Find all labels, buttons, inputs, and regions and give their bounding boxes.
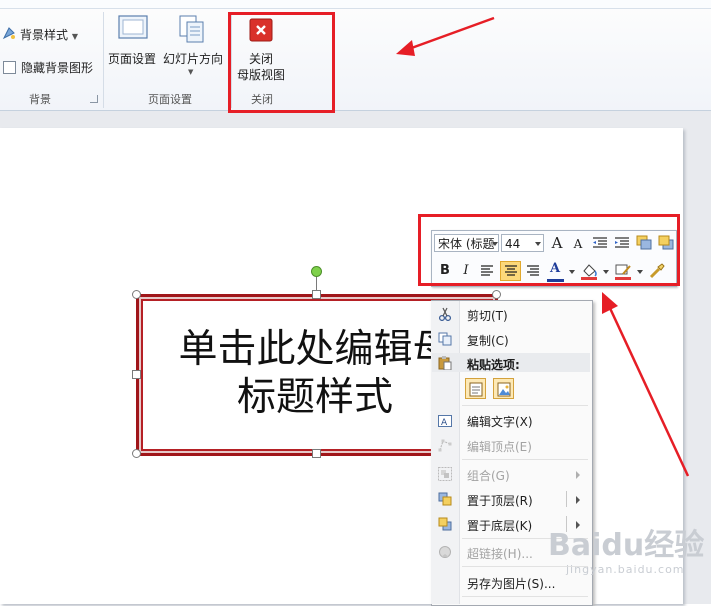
menu-item-send-to-back[interactable]: 置于底层(K) (467, 517, 532, 534)
menu-separator (462, 459, 588, 460)
menu-item-hyperlink: 超链接(H)... (467, 547, 533, 561)
hyperlink-icon (437, 545, 453, 559)
resize-handle-left[interactable] (132, 370, 141, 379)
menu-item-save-as-picture[interactable]: 另存为图片(S)... (467, 575, 555, 592)
menu-item-edit-text[interactable]: 编辑文字(X) (467, 413, 533, 430)
hide-background-graphics-checkbox[interactable] (3, 61, 16, 74)
menu-item-edit-points: 编辑顶点(E) (467, 440, 532, 454)
group-icon (437, 467, 453, 481)
scissors-icon (437, 307, 453, 322)
annotation-arrow-toolbar (602, 292, 690, 477)
menu-item-group: 组合(G) (467, 469, 510, 483)
annotation-box-mini-toolbar (418, 214, 680, 286)
paste-clipboard-icon (469, 382, 482, 397)
chevron-down-icon: ▼ (188, 68, 194, 76)
menu-item-cut[interactable]: 剪切(T) (467, 307, 508, 324)
page-setup-group-label: 页面设置 (148, 93, 192, 106)
menu-item-copy[interactable]: 复制(C) (467, 332, 509, 349)
split-divider (566, 491, 567, 507)
svg-text:A: A (441, 418, 448, 428)
resize-handle-top-left[interactable] (132, 290, 141, 299)
rotation-handle[interactable] (311, 266, 322, 277)
slide-orientation-icon (177, 14, 207, 44)
baidu-watermark-url: jingyan.baidu.com (566, 563, 685, 576)
resize-handle-bottom-left[interactable] (132, 449, 141, 458)
background-style-label: 背景样式 (20, 28, 69, 42)
resize-handle-top[interactable] (312, 290, 321, 299)
submenu-arrow-icon (576, 471, 580, 479)
paste-icon (437, 356, 453, 371)
submenu-arrow-icon[interactable] (576, 496, 580, 504)
ribbon (0, 0, 711, 111)
paste-keep-format-button[interactable] (465, 378, 486, 399)
menu-separator (462, 596, 588, 597)
edit-text-icon: A (437, 414, 453, 428)
resize-handle-bottom[interactable] (312, 449, 321, 458)
bring-to-front-icon (437, 492, 453, 506)
menu-item-bring-to-front[interactable]: 置于顶层(R) (467, 492, 533, 509)
background-style-button[interactable]: 背景样式 ▼ (20, 26, 78, 43)
paste-as-picture-button[interactable] (493, 378, 514, 399)
dialog-launcher-icon[interactable] (90, 95, 98, 103)
slide-orientation-button[interactable]: 幻灯片方向 ▼ (163, 12, 225, 82)
hide-background-graphics-label: 隐藏背景图形 (21, 61, 94, 75)
baidu-watermark-logo: Baidu经验 (548, 528, 705, 563)
annotation-box-close (228, 12, 335, 113)
resize-handle-top-right[interactable] (492, 290, 501, 299)
group-separator (103, 12, 104, 108)
page-setup-button[interactable]: 页面设置 (108, 12, 156, 74)
background-style-icon (2, 26, 16, 40)
copy-icon (437, 332, 453, 346)
chevron-down-icon: ▼ (71, 32, 78, 41)
edit-points-icon (437, 438, 453, 452)
slide-orientation-label: 幻灯片方向 (163, 52, 224, 66)
page-setup-label: 页面设置 (108, 52, 157, 66)
menu-separator (462, 405, 588, 406)
menu-item-paste-options: 粘贴选项: (467, 358, 520, 372)
ribbon-tab-strip (0, 0, 711, 9)
send-to-back-icon (437, 517, 453, 531)
background-group-label: 背景 (29, 93, 51, 106)
paste-picture-icon (497, 382, 510, 397)
page-setup-icon (118, 14, 148, 42)
annotation-arrow-close (396, 16, 495, 56)
